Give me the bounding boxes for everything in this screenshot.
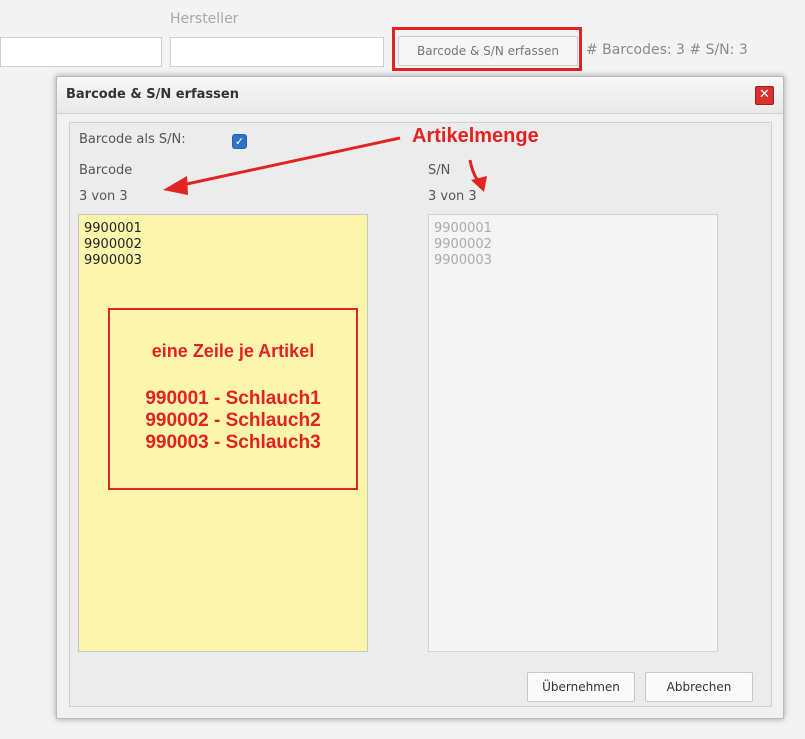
cancel-button[interactable]: Abbrechen (645, 672, 753, 702)
apply-button[interactable]: Übernehmen (527, 672, 635, 702)
arrow-head-barcode (163, 176, 188, 195)
arrow-to-barcode-count (181, 136, 401, 187)
annotation-arrows (163, 136, 487, 195)
arrow-head-sn (471, 176, 487, 192)
arrow-to-sn-count (468, 159, 480, 182)
